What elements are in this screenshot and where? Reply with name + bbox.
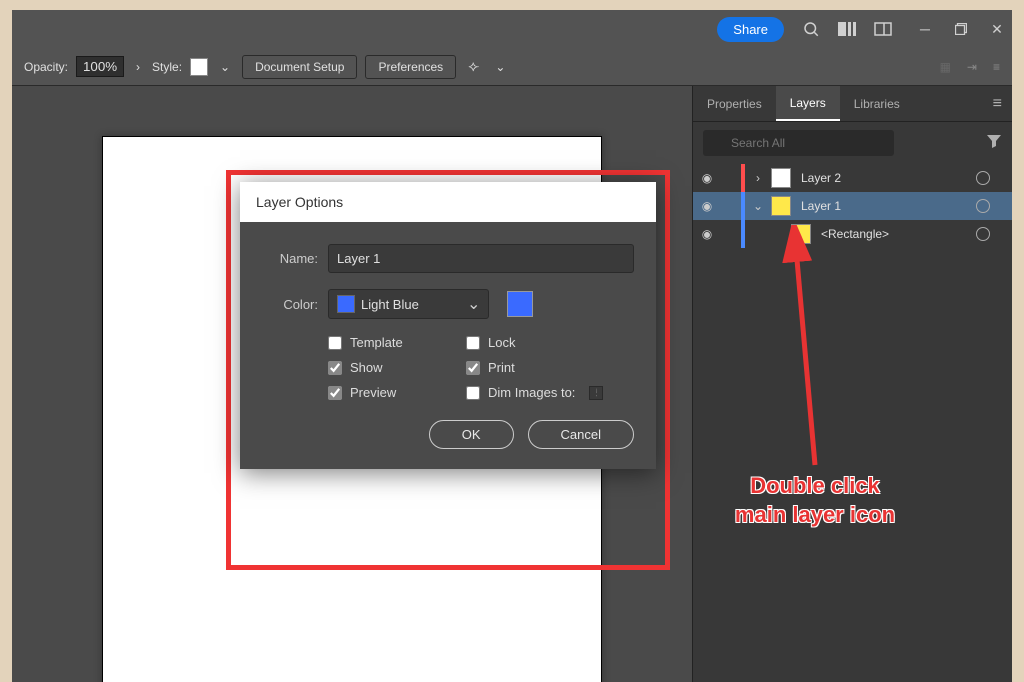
- layers-search-input[interactable]: [703, 130, 894, 156]
- search-icon[interactable]: [802, 20, 820, 38]
- opacity-input[interactable]: [76, 56, 124, 77]
- close-button[interactable]: ✕: [990, 22, 1004, 36]
- layer-name-label[interactable]: Layer 1: [797, 199, 970, 213]
- align-icon[interactable]: ⇥: [967, 60, 977, 74]
- opacity-label: Opacity:: [24, 60, 68, 74]
- align-icons: ▦ ⇥ ≡: [940, 60, 1000, 74]
- layer-thumbnail[interactable]: [771, 196, 791, 216]
- maximize-button[interactable]: [954, 22, 968, 36]
- color-select-text: Light Blue: [361, 297, 461, 312]
- target-icon[interactable]: [976, 199, 990, 213]
- style-chevron-icon[interactable]: ⌄: [216, 60, 234, 74]
- dialog-body: Name: Color: Light Blue ⌄ Template Lock …: [240, 222, 656, 469]
- color-preview-swatch[interactable]: [507, 291, 533, 317]
- preview-checkbox[interactable]: Preview: [328, 385, 458, 400]
- expand-toggle-icon[interactable]: ›: [751, 171, 765, 185]
- layer-options-dialog: Layer Options Name: Color: Light Blue ⌄ …: [240, 182, 656, 469]
- visibility-toggle-icon[interactable]: ◉: [699, 171, 715, 185]
- layer-thumbnail[interactable]: [791, 224, 811, 244]
- color-label: Color:: [262, 297, 318, 312]
- style-label: Style:: [152, 60, 182, 74]
- name-label: Name:: [262, 251, 318, 266]
- layer-name-label[interactable]: Layer 2: [797, 171, 970, 185]
- prefs-chevron-icon[interactable]: ⌄: [491, 60, 509, 74]
- layer-name-label[interactable]: <Rectangle>: [817, 227, 970, 241]
- dim-images-checkbox[interactable]: Dim Images to:: [466, 385, 646, 400]
- lock-checkbox[interactable]: Lock: [466, 335, 646, 350]
- dialog-title: Layer Options: [240, 182, 656, 222]
- snap-icon[interactable]: ▦: [940, 60, 951, 74]
- layer-row[interactable]: ◉ <Rectangle>: [693, 220, 1012, 248]
- show-checkbox[interactable]: Show: [328, 360, 458, 375]
- opacity-chevron-icon[interactable]: ›: [132, 60, 144, 74]
- share-button[interactable]: Share: [717, 17, 784, 42]
- right-panel: Properties Layers Libraries ≡ 🔍 ◉ › Laye…: [692, 86, 1012, 682]
- document-setup-button[interactable]: Document Setup: [242, 55, 357, 79]
- ok-button[interactable]: OK: [429, 420, 514, 449]
- minimize-button[interactable]: ─: [918, 22, 932, 36]
- window-controls: ─ ✕: [918, 22, 1004, 36]
- template-checkbox[interactable]: Template: [328, 335, 458, 350]
- color-swatch-icon: [337, 295, 355, 313]
- annotation-text: Double click main layer icon: [700, 472, 930, 529]
- print-checkbox[interactable]: Print: [466, 360, 646, 375]
- dim-images-input[interactable]: [589, 386, 603, 400]
- arrange-icon[interactable]: ≡: [993, 60, 1000, 74]
- control-bar: Opacity: › Style: ⌄ Document Setup Prefe…: [12, 48, 1012, 86]
- filter-icon[interactable]: [986, 133, 1002, 154]
- expand-toggle-icon[interactable]: ⌄: [751, 199, 765, 213]
- layer-color-select[interactable]: Light Blue ⌄: [328, 289, 489, 319]
- layers-list: ◉ › Layer 2 ◉ ⌄ Layer 1 ◉ <Rectangle>: [693, 164, 1012, 682]
- screen-mode-icon[interactable]: [874, 20, 892, 38]
- preferences-button[interactable]: Preferences: [365, 55, 456, 79]
- layer-row[interactable]: ◉ ⌄ Layer 1: [693, 192, 1012, 220]
- layer-row[interactable]: ◉ › Layer 2: [693, 164, 1012, 192]
- tab-libraries[interactable]: Libraries: [840, 86, 914, 121]
- titlebar: Share ─ ✕: [12, 10, 1012, 48]
- panel-tabs: Properties Layers Libraries ≡: [693, 86, 1012, 122]
- target-icon[interactable]: [976, 227, 990, 241]
- visibility-toggle-icon[interactable]: ◉: [699, 227, 715, 241]
- layer-thumbnail[interactable]: [771, 168, 791, 188]
- chevron-down-icon: ⌄: [467, 294, 480, 314]
- layers-search-row: 🔍: [693, 122, 1012, 164]
- arrange-documents-icon[interactable]: [838, 20, 856, 38]
- style-swatch[interactable]: [190, 58, 208, 76]
- layer-name-input[interactable]: [328, 244, 634, 273]
- visibility-toggle-icon[interactable]: ◉: [699, 199, 715, 213]
- panel-menu-icon[interactable]: ≡: [983, 95, 1012, 113]
- prefs-icon[interactable]: ⟣: [464, 58, 483, 75]
- cancel-button[interactable]: Cancel: [528, 420, 634, 449]
- target-icon[interactable]: [976, 171, 990, 185]
- tab-properties[interactable]: Properties: [693, 86, 776, 121]
- tab-layers[interactable]: Layers: [776, 86, 840, 121]
